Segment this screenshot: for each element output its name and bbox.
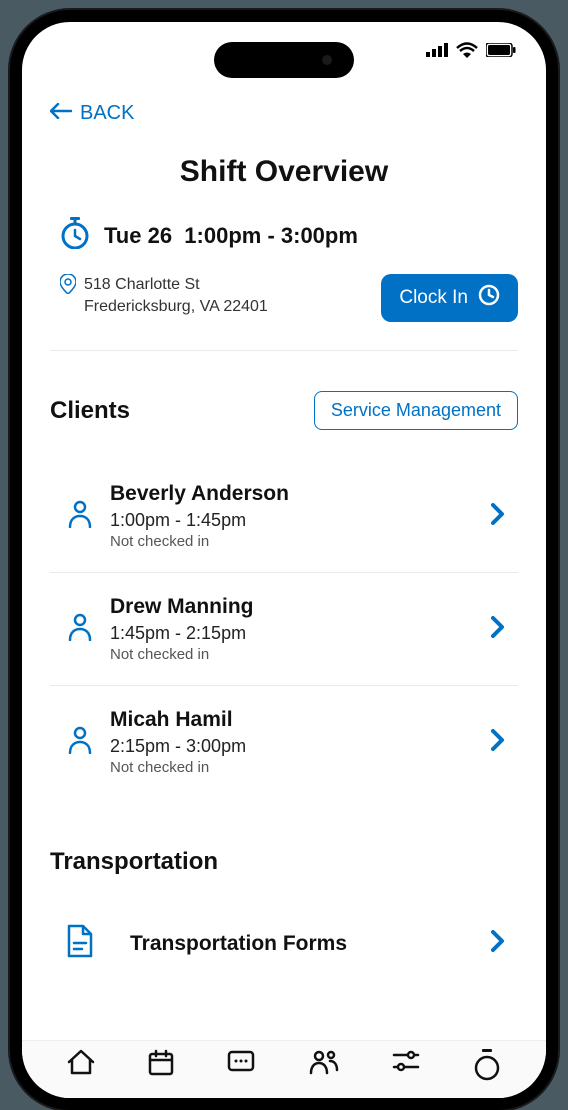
- client-status: Not checked in: [110, 759, 478, 776]
- shift-time-range: 1:00pm - 3:00pm: [184, 223, 358, 248]
- chevron-right-icon: [491, 729, 505, 756]
- stopwatch-nav-icon: [472, 1049, 502, 1081]
- back-label: BACK: [80, 102, 134, 125]
- transportation-forms-label: Transportation Forms: [110, 932, 478, 956]
- wifi-icon: [456, 42, 478, 63]
- client-name: Beverly Anderson: [110, 482, 478, 506]
- clients-list: Beverly Anderson 1:00pm - 1:45pm Not che…: [50, 460, 518, 798]
- clients-header: Clients Service Management: [50, 391, 518, 430]
- client-row[interactable]: Beverly Anderson 1:00pm - 1:45pm Not che…: [50, 460, 518, 573]
- clock-in-button[interactable]: Clock In: [381, 274, 518, 322]
- content-area: BACK Shift Overview Tue 26 1:00pm - 3:00…: [22, 82, 546, 1098]
- client-time: 1:00pm - 1:45pm: [110, 510, 478, 531]
- phone-frame: BACK Shift Overview Tue 26 1:00pm - 3:00…: [10, 10, 558, 1110]
- client-time: 2:15pm - 3:00pm: [110, 736, 478, 757]
- location-pin-icon: [60, 274, 76, 319]
- nav-timer[interactable]: [472, 1049, 502, 1081]
- person-icon: [67, 726, 93, 759]
- calendar-icon: [147, 1049, 175, 1077]
- chevron-right-icon: [491, 616, 505, 643]
- client-row[interactable]: Micah Hamil 2:15pm - 3:00pm Not checked …: [50, 686, 518, 798]
- back-button[interactable]: BACK: [50, 102, 518, 125]
- document-icon: [66, 924, 94, 963]
- people-icon: [308, 1049, 340, 1075]
- chevron-right-icon: [491, 930, 505, 957]
- clock-in-label: Clock In: [399, 287, 468, 309]
- shift-time-row: Tue 26 1:00pm - 3:00pm: [50, 217, 518, 254]
- battery-icon: [486, 43, 516, 62]
- phone-screen: BACK Shift Overview Tue 26 1:00pm - 3:00…: [22, 22, 546, 1098]
- address-text: 518 Charlotte St Fredericksburg, VA 2240…: [84, 274, 268, 319]
- shift-day-time: Tue 26 1:00pm - 3:00pm: [104, 223, 358, 249]
- cellular-icon: [426, 43, 448, 62]
- nav-home[interactable]: [66, 1049, 96, 1075]
- page-title: Shift Overview: [50, 155, 518, 189]
- bottom-nav: [22, 1040, 546, 1098]
- clients-title: Clients: [50, 397, 130, 425]
- client-name: Micah Hamil: [110, 708, 478, 732]
- home-icon: [66, 1049, 96, 1075]
- address-line1: 518 Charlotte St: [84, 274, 268, 296]
- status-icons: [426, 42, 516, 63]
- nav-settings[interactable]: [391, 1049, 421, 1073]
- sliders-icon: [391, 1049, 421, 1073]
- client-name: Drew Manning: [110, 595, 478, 619]
- nav-calendar[interactable]: [147, 1049, 175, 1077]
- client-time: 1:45pm - 2:15pm: [110, 623, 478, 644]
- client-status: Not checked in: [110, 533, 478, 550]
- transportation-title: Transportation: [50, 848, 518, 876]
- client-status: Not checked in: [110, 646, 478, 663]
- notch: [214, 42, 354, 78]
- service-management-button[interactable]: Service Management: [314, 391, 518, 430]
- address-block: 518 Charlotte St Fredericksburg, VA 2240…: [60, 274, 268, 319]
- address-row: 518 Charlotte St Fredericksburg, VA 2240…: [50, 274, 518, 351]
- person-icon: [67, 613, 93, 646]
- person-icon: [67, 500, 93, 533]
- address-line2: Fredericksburg, VA 22401: [84, 296, 268, 318]
- nav-messages[interactable]: [226, 1049, 256, 1075]
- arrow-left-icon: [50, 102, 72, 125]
- transportation-forms-row[interactable]: Transportation Forms: [50, 906, 518, 981]
- nav-people[interactable]: [308, 1049, 340, 1075]
- chevron-right-icon: [491, 503, 505, 530]
- client-row[interactable]: Drew Manning 1:45pm - 2:15pm Not checked…: [50, 573, 518, 686]
- clock-icon: [478, 284, 500, 312]
- shift-day: Tue 26: [104, 223, 172, 248]
- stopwatch-icon: [60, 217, 90, 254]
- message-icon: [226, 1049, 256, 1075]
